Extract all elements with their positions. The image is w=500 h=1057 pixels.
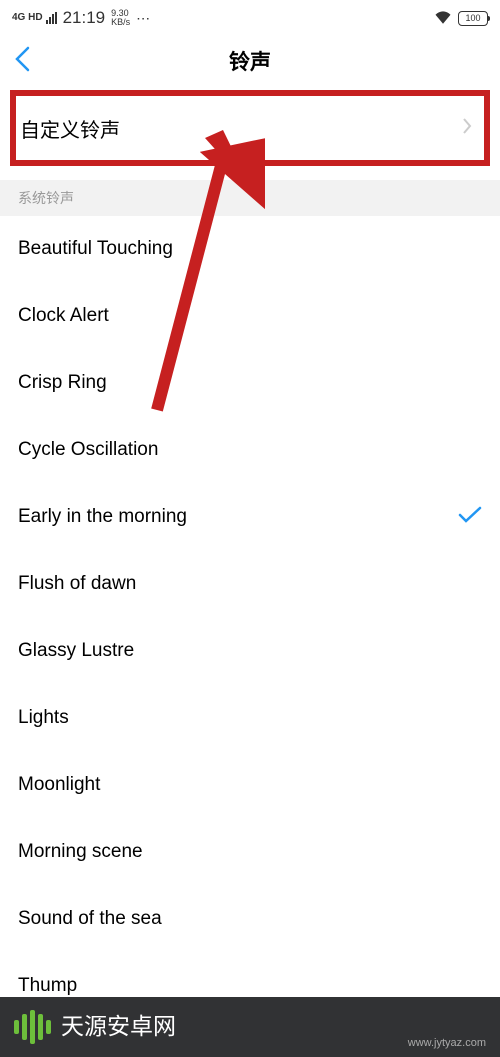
battery-level: 100 xyxy=(465,13,480,23)
ringtone-label: Beautiful Touching xyxy=(18,238,173,260)
checkmark-icon xyxy=(458,503,482,531)
battery-icon: 100 xyxy=(458,11,488,26)
ringtone-item[interactable]: Lights xyxy=(0,685,500,752)
wifi-icon xyxy=(434,10,452,27)
ringtone-item[interactable]: Flush of dawn xyxy=(0,551,500,618)
more-icon: ⋯ xyxy=(136,10,152,27)
ringtone-label: Moonlight xyxy=(18,774,100,796)
ringtone-item[interactable]: Cycle Oscillation xyxy=(0,417,500,484)
ringtone-label: Flush of dawn xyxy=(18,573,136,595)
ringtone-label: Cycle Oscillation xyxy=(18,439,158,461)
nav-header: 铃声 xyxy=(0,36,500,86)
footer-brand: 天源安卓网 xyxy=(61,1013,176,1041)
status-bar: 4G HD 21:19 9.30 KB/s ⋯ 100 xyxy=(0,0,500,36)
ringtone-label: Sound of the sea xyxy=(18,908,162,930)
ringtone-label: Crisp Ring xyxy=(18,372,107,394)
ringtone-label: Glassy Lustre xyxy=(18,640,134,662)
ringtone-label: Early in the morning xyxy=(18,506,187,528)
page-title: 铃声 xyxy=(229,46,271,76)
footer-logo-icon xyxy=(14,1010,51,1044)
network-indicator: 4G HD xyxy=(12,12,57,24)
ringtone-label: Thump xyxy=(18,975,77,997)
custom-ringtone-label: 自定义铃声 xyxy=(20,114,120,143)
ringtone-item[interactable]: Sound of the sea xyxy=(0,886,500,953)
ringtone-item[interactable]: Crisp Ring xyxy=(0,350,500,417)
ringtone-list: Beautiful Touching Clock Alert Crisp Rin… xyxy=(0,216,500,1020)
ringtone-item[interactable]: Clock Alert xyxy=(0,283,500,350)
section-header: 系统铃声 xyxy=(0,180,500,216)
back-button[interactable] xyxy=(14,46,30,77)
status-left: 4G HD 21:19 9.30 KB/s ⋯ xyxy=(12,8,152,28)
footer-url: www.jytyaz.com xyxy=(408,1037,486,1049)
chevron-right-icon xyxy=(462,114,472,142)
custom-ringtone-row[interactable]: 自定义铃声 xyxy=(10,90,490,166)
ringtone-item[interactable]: Glassy Lustre xyxy=(0,618,500,685)
ringtone-item[interactable]: Beautiful Touching xyxy=(0,216,500,283)
ringtone-item[interactable]: Moonlight xyxy=(0,752,500,819)
signal-bars-icon xyxy=(46,12,57,24)
ringtone-item[interactable]: Morning scene xyxy=(0,819,500,886)
clock-time: 21:19 xyxy=(63,8,106,28)
network-type: 4G HD xyxy=(12,13,43,23)
watermark-footer: 天源安卓网 www.jytyaz.com xyxy=(0,997,500,1057)
ringtone-item[interactable]: Early in the morning xyxy=(0,484,500,551)
ringtone-label: Morning scene xyxy=(18,841,143,863)
status-right: 100 xyxy=(434,10,488,27)
ringtone-label: Lights xyxy=(18,707,69,729)
ringtone-label: Clock Alert xyxy=(18,305,109,327)
network-speed: 9.30 KB/s xyxy=(111,9,130,27)
